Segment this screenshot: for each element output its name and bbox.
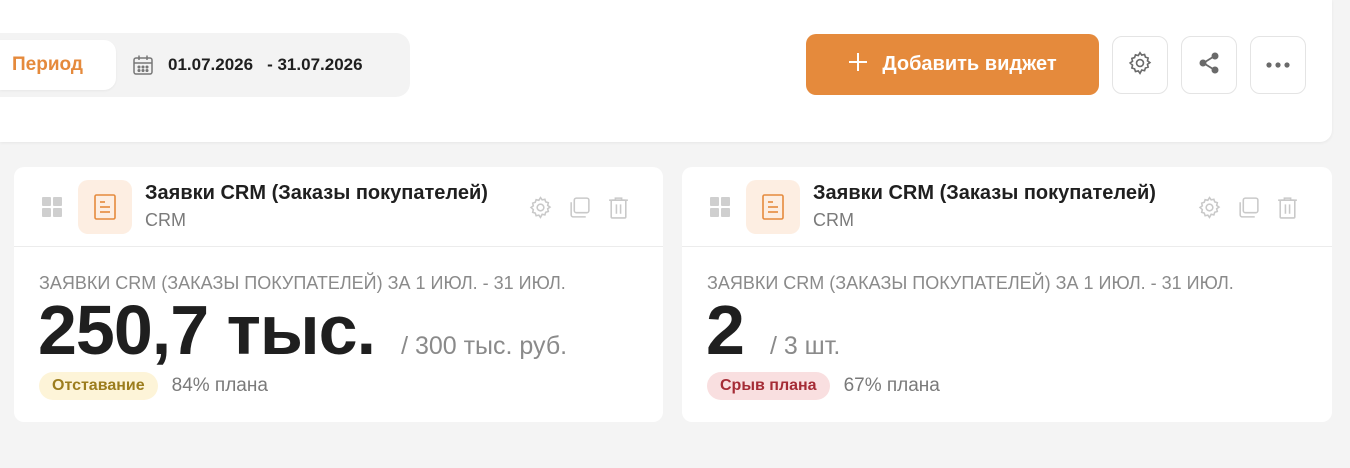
more-horizontal-icon (1265, 56, 1291, 74)
kpi-plan: / 3 шт. (769, 332, 841, 360)
gear-icon (1127, 50, 1153, 81)
gear-icon[interactable] (528, 195, 553, 220)
calendar-icon (132, 54, 154, 76)
widget-header: Заявки CRM (Заказы покупателей) CRM (682, 167, 1332, 247)
add-widget-label: Добавить виджет (882, 53, 1057, 75)
widget-title: Заявки CRM (Заказы покупателей) (813, 182, 1156, 204)
dashboard-toolbar: Период 01.07.2026 - 31.07.2026 Добавить … (0, 0, 1332, 142)
widget-header: Заявки CRM (Заказы покупателей) CRM (14, 167, 663, 247)
plan-percent: 67% плана (843, 375, 940, 396)
drag-handle-icon[interactable] (42, 197, 62, 217)
status-row: Отставание 84% плана (39, 372, 268, 400)
trash-icon[interactable] (1275, 195, 1300, 220)
widget-card: Заявки CRM (Заказы покупателей) CRM ЗАЯВ… (682, 167, 1332, 422)
add-widget-button[interactable]: Добавить виджет (806, 34, 1099, 95)
drag-handle-icon[interactable] (710, 197, 730, 217)
plan-percent: 84% плана (171, 375, 268, 396)
kpi-row: 2 / 3 шт. (706, 295, 840, 365)
share-button[interactable] (1181, 36, 1237, 94)
copy-icon[interactable] (1236, 195, 1261, 220)
status-badge: Отставание (39, 372, 158, 400)
widget-card: Заявки CRM (Заказы покупателей) CRM ЗАЯВ… (14, 167, 663, 422)
copy-icon[interactable] (567, 195, 592, 220)
more-button[interactable] (1250, 36, 1306, 94)
kpi-value: 250,7 тыс. (38, 291, 376, 369)
gear-icon[interactable] (1197, 195, 1222, 220)
document-icon (746, 180, 800, 234)
widget-title: Заявки CRM (Заказы покупателей) (145, 182, 488, 204)
kpi-plan: / 300 тыс. руб. (401, 332, 568, 360)
date-from: 01.07.2026 (168, 55, 254, 74)
share-icon (1197, 51, 1221, 80)
period-selector: Период 01.07.2026 - 31.07.2026 (0, 33, 410, 97)
period-tab[interactable]: Период (0, 40, 116, 90)
trash-icon[interactable] (606, 195, 631, 220)
document-icon (78, 180, 132, 234)
status-badge: Срыв плана (707, 372, 830, 400)
widget-actions (528, 195, 631, 220)
date-to: - 31.07.2026 (267, 55, 363, 74)
settings-button[interactable] (1112, 36, 1168, 94)
kpi-value: 2 (706, 291, 745, 369)
status-row: Срыв плана 67% плана (707, 372, 940, 400)
widget-source: CRM (813, 210, 854, 230)
widget-caption: ЗАЯВКИ CRM (ЗАКАЗЫ ПОКУПАТЕЛЕЙ) ЗА 1 ИЮЛ… (707, 273, 1234, 293)
plus-icon (848, 48, 868, 78)
kpi-row: 250,7 тыс. / 300 тыс. руб. (38, 295, 567, 365)
widget-actions (1197, 195, 1300, 220)
date-range-picker[interactable]: 01.07.2026 - 31.07.2026 (132, 33, 363, 97)
widget-source: CRM (145, 210, 186, 230)
